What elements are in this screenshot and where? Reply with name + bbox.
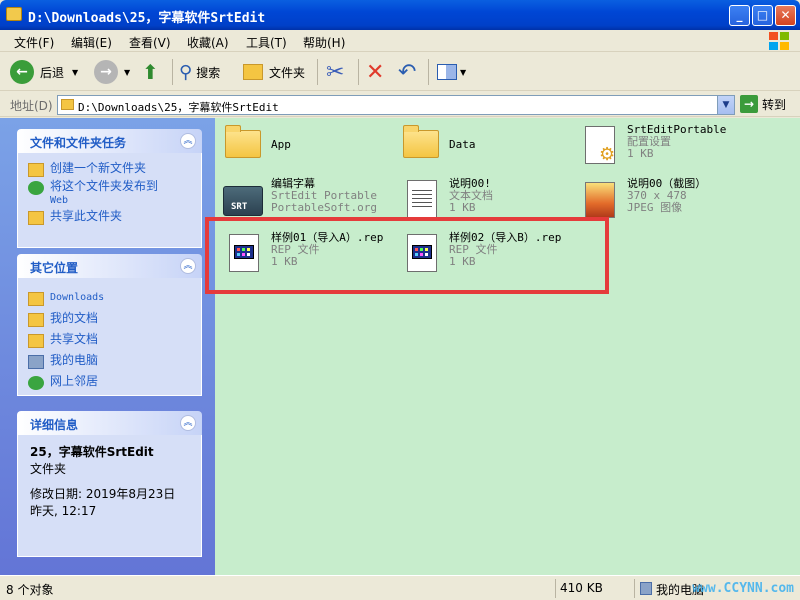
network-icon: [28, 376, 44, 390]
task-publish-web[interactable]: 将这个文件夹发布到 Web: [28, 180, 191, 207]
image-file-icon: [585, 182, 615, 218]
menu-view[interactable]: 查看(V): [129, 34, 171, 51]
place-shared-documents[interactable]: 共享文档: [28, 333, 191, 348]
status-bar: 8 个对象 410 KB 我的电脑 www.CCYNN.com: [0, 575, 800, 600]
folder-icon: [28, 334, 44, 348]
place-my-computer[interactable]: 我的电脑: [28, 354, 191, 369]
address-bar: 地址(D) D:\Downloads\25，字幕软件SrtEdit ▼ → 转到: [0, 92, 800, 117]
highlight-box: [205, 217, 609, 294]
share-folder-icon: [28, 211, 44, 225]
address-input[interactable]: D:\Downloads\25，字幕软件SrtEdit ▼: [57, 95, 735, 115]
status-size: 410 KB: [560, 581, 603, 595]
delete-icon: ✕: [366, 59, 385, 85]
gear-icon: ⚙: [599, 144, 616, 165]
place-network[interactable]: 网上邻居: [28, 375, 191, 390]
tasks-panel-header[interactable]: 文件和文件夹任务 ︽: [17, 129, 202, 153]
folder-icon: [225, 125, 261, 158]
menu-file[interactable]: 文件(F): [14, 34, 54, 51]
maximize-button[interactable]: □: [752, 5, 773, 26]
windows-logo-icon: [769, 32, 789, 50]
delete-button[interactable]: ✕: [366, 57, 384, 87]
file-item-srtedit-ini[interactable]: ⚙ SrtEditPortable 配置设置 1 KB: [577, 124, 726, 168]
file-item-app[interactable]: App: [221, 124, 291, 168]
folder-icon: [6, 7, 22, 21]
detail-modified: 修改日期: 2019年8月23日: [30, 487, 176, 501]
undo-icon: ↶: [398, 59, 417, 85]
task-share-folder[interactable]: 共享此文件夹: [28, 210, 191, 225]
globe-icon: [28, 181, 44, 195]
task-new-folder[interactable]: 创建一个新文件夹: [28, 162, 191, 177]
text-file-icon: [407, 180, 437, 218]
detail-name: 25，字幕软件SrtEdit: [30, 445, 154, 459]
details-panel-header[interactable]: 详细信息 ︽: [17, 411, 202, 435]
file-list[interactable]: App Data ⚙ SrtEditPortable 配置设置 1 KB SRT…: [215, 118, 800, 575]
menu-edit[interactable]: 编辑(E): [71, 34, 112, 51]
folder-icon: [28, 292, 44, 306]
views-button[interactable]: ▼: [437, 57, 466, 87]
back-button[interactable]: ← 后退 ▼: [10, 57, 78, 87]
scissors-icon: ✂: [326, 59, 345, 85]
places-panel-header[interactable]: 其它位置 ︽: [17, 254, 202, 278]
folders-icon: [243, 64, 263, 80]
detail-type: 文件夹: [30, 462, 67, 476]
collapse-icon[interactable]: ︽: [180, 415, 196, 431]
go-button[interactable]: → 转到: [740, 95, 786, 113]
chevron-down-icon[interactable]: ▼: [72, 68, 78, 77]
folder-icon: [61, 99, 74, 110]
places-panel: 其它位置 ︽ Downloads 我的文档 共享文档 我的电脑 网上邻居: [17, 254, 202, 396]
back-arrow-icon: ←: [10, 60, 34, 84]
computer-icon: [640, 582, 652, 595]
file-item-readme-txt[interactable]: 说明00! 文本文档 1 KB: [399, 178, 493, 222]
collapse-icon[interactable]: ︽: [180, 133, 196, 149]
search-button[interactable]: ⚲ 搜索: [179, 57, 220, 87]
close-button[interactable]: ✕: [775, 5, 796, 26]
address-label: 地址(D): [10, 99, 53, 113]
place-my-documents[interactable]: 我的文档: [28, 312, 191, 327]
file-item-data[interactable]: Data: [399, 124, 476, 168]
file-item-screenshot-jpg[interactable]: 说明00（截图） 370 x 478 JPEG 图像: [577, 178, 706, 222]
new-folder-icon: [28, 163, 44, 177]
detail-time: 昨天, 12:17: [30, 504, 97, 518]
place-downloads[interactable]: Downloads: [28, 291, 191, 306]
task-pane: 文件和文件夹任务 ︽ 创建一个新文件夹 将这个文件夹发布到 Web 共享此文件夹 …: [0, 118, 215, 575]
details-panel: 详细信息 ︽ 25，字幕软件SrtEdit 文件夹 修改日期: 2019年8月2…: [17, 411, 202, 557]
address-dropdown[interactable]: ▼: [717, 96, 734, 114]
collapse-icon[interactable]: ︽: [180, 258, 196, 274]
menu-tools[interactable]: 工具(T): [246, 34, 287, 51]
cut-button[interactable]: ✂: [326, 57, 344, 87]
forward-arrow-icon: →: [94, 60, 118, 84]
menu-favorites[interactable]: 收藏(A): [187, 34, 229, 51]
undo-button[interactable]: ↶: [398, 57, 416, 87]
up-arrow-icon: ⬆: [142, 60, 159, 84]
search-icon: ⚲: [179, 61, 193, 83]
computer-icon: [28, 355, 44, 369]
views-icon: [437, 64, 457, 80]
forward-button[interactable]: → ▼: [94, 57, 130, 87]
toolbar: ← 后退 ▼ → ▼ ⬆ ⚲ 搜索 文件夹 ✂ ✕ ↶ ▼: [0, 53, 800, 91]
address-path: D:\Downloads\25，字幕软件SrtEdit: [78, 101, 279, 114]
window-title: D:\Downloads\25，字幕软件SrtEdit: [28, 11, 266, 26]
go-arrow-icon: →: [740, 95, 758, 113]
folders-button[interactable]: 文件夹: [243, 57, 305, 87]
minimize-button[interactable]: _: [729, 5, 750, 26]
menu-help[interactable]: 帮助(H): [303, 34, 345, 51]
my-documents-icon: [28, 313, 44, 327]
up-folder-button[interactable]: ⬆: [142, 57, 159, 87]
file-item-shortcut[interactable]: SRT 编辑字幕 SrtEdit Portable PortableSoft.o…: [221, 178, 377, 222]
title-bar[interactable]: D:\Downloads\25，字幕软件SrtEdit _ □ ✕: [0, 0, 800, 30]
status-count: 8 个对象: [6, 583, 54, 597]
chevron-down-icon: ▼: [460, 67, 467, 77]
tasks-panel: 文件和文件夹任务 ︽ 创建一个新文件夹 将这个文件夹发布到 Web 共享此文件夹: [17, 129, 202, 248]
chevron-down-icon[interactable]: ▼: [124, 68, 130, 77]
folder-icon: [403, 125, 439, 158]
menu-bar: 文件(F) 编辑(E) 查看(V) 收藏(A) 工具(T) 帮助(H): [0, 30, 800, 52]
watermark: www.CCYNN.com: [692, 581, 794, 596]
